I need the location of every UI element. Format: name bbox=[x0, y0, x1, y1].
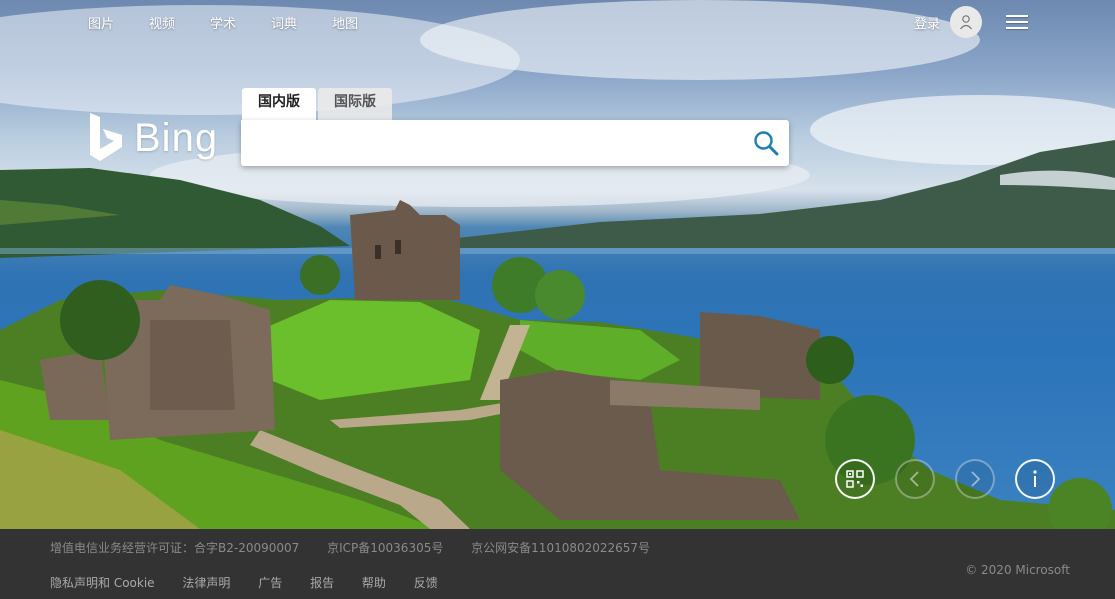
info-icon bbox=[1033, 470, 1037, 487]
qr-code-button[interactable] bbox=[835, 459, 875, 499]
nav-maps[interactable]: 地图 bbox=[332, 13, 358, 32]
info-button[interactable] bbox=[1015, 459, 1055, 499]
background-image: 图片 视频 学术 词典 地图 登录 Bing 国内版 国际版 bbox=[0, 0, 1115, 529]
footer-links: 隐私声明和 Cookie 法律声明 广告 报告 帮助 反馈 bbox=[50, 574, 462, 591]
license-row: 增值电信业务经营许可证：合字B2-20090007 京ICP备10036305号… bbox=[50, 539, 674, 556]
license-text: 增值电信业务经营许可证：合字B2-20090007 bbox=[50, 541, 300, 555]
user-icon bbox=[960, 15, 972, 30]
nav-dictionary[interactable]: 词典 bbox=[271, 13, 297, 32]
menu-icon[interactable] bbox=[1006, 15, 1028, 31]
nav-academic[interactable]: 学术 bbox=[210, 13, 236, 32]
bing-wordmark: Bing bbox=[134, 115, 219, 160]
next-button[interactable] bbox=[955, 459, 995, 499]
search-box bbox=[241, 120, 789, 166]
avatar[interactable] bbox=[950, 6, 982, 38]
search-button[interactable] bbox=[753, 130, 779, 156]
search-input[interactable] bbox=[255, 130, 739, 158]
legal-link[interactable]: 法律声明 bbox=[182, 576, 230, 590]
tab-international[interactable]: 国际版 bbox=[318, 88, 392, 120]
region-tabs: 国内版 国际版 bbox=[242, 88, 394, 120]
help-link[interactable]: 帮助 bbox=[362, 576, 386, 590]
previous-button[interactable] bbox=[895, 459, 935, 499]
login-link[interactable]: 登录 bbox=[914, 13, 940, 32]
copyright: © 2020 Microsoft bbox=[965, 563, 1070, 577]
qr-code-icon bbox=[846, 470, 864, 488]
previous-icon bbox=[909, 471, 919, 487]
report-link[interactable]: 报告 bbox=[310, 576, 334, 590]
bing-logo-icon bbox=[90, 113, 122, 161]
icp-number: 京ICP备10036305号 bbox=[327, 541, 444, 555]
landscape-illustration bbox=[0, 0, 1115, 529]
feedback-link[interactable]: 反馈 bbox=[414, 576, 438, 590]
top-nav: 图片 视频 学术 词典 地图 bbox=[88, 13, 393, 32]
privacy-cookie-link[interactable]: 隐私声明和 Cookie bbox=[50, 576, 155, 590]
bing-logo[interactable]: Bing bbox=[88, 113, 218, 163]
nav-images[interactable]: 图片 bbox=[88, 13, 114, 32]
search-icon bbox=[754, 131, 779, 156]
nav-videos[interactable]: 视频 bbox=[149, 13, 175, 32]
tab-domestic[interactable]: 国内版 bbox=[242, 88, 316, 120]
next-icon bbox=[971, 471, 981, 487]
footer: 增值电信业务经营许可证：合字B2-20090007 京ICP备10036305号… bbox=[0, 529, 1115, 599]
public-security-number: 京公网安备11010802022657号 bbox=[471, 541, 651, 555]
advertising-link[interactable]: 广告 bbox=[258, 576, 282, 590]
